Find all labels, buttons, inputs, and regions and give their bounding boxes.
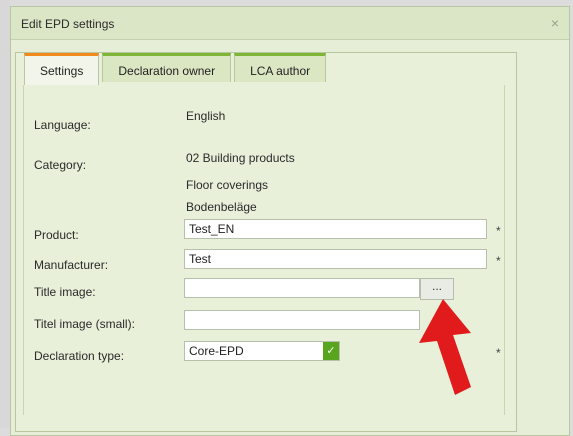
- product-required-mark: *: [496, 224, 501, 238]
- product-label: Product:: [34, 228, 79, 242]
- manufacturer-required-mark: *: [496, 254, 501, 268]
- product-input[interactable]: [184, 219, 487, 239]
- title-image-label: Title image:: [34, 285, 96, 299]
- declaration-type-label: Declaration type:: [34, 349, 125, 363]
- red-arrow-icon: [419, 299, 471, 395]
- tab-bar: Settings Declaration owner LCA author: [24, 53, 329, 86]
- tab-declaration-owner[interactable]: Declaration owner: [102, 53, 232, 82]
- tab-lca-author[interactable]: LCA author: [234, 53, 327, 82]
- close-icon[interactable]: ×: [551, 15, 559, 31]
- title-image-small-input[interactable]: [184, 310, 420, 330]
- dialog-titlebar: Edit EPD settings ×: [11, 7, 569, 40]
- category-label: Category:: [34, 158, 87, 172]
- category-line-1: 02 Building products: [186, 151, 295, 165]
- category-line-3: Bodenbeläge: [186, 200, 257, 214]
- dialog-title: Edit EPD settings: [21, 17, 115, 31]
- title-image-input[interactable]: [184, 278, 420, 298]
- category-line-2: Floor coverings: [186, 178, 269, 192]
- language-value: English: [186, 109, 226, 123]
- title-image-small-label: Titel image (small):: [34, 317, 135, 331]
- tab-settings[interactable]: Settings: [24, 53, 100, 86]
- manufacturer-input[interactable]: [184, 249, 487, 269]
- manufacturer-label: Manufacturer:: [34, 258, 109, 272]
- declaration-type-required-mark: *: [496, 346, 501, 360]
- declaration-type-select[interactable]: Core-EPD ✓: [184, 341, 340, 361]
- backdrop: [0, 0, 10, 428]
- declaration-type-value: Core-EPD: [189, 344, 244, 358]
- language-label: Language:: [34, 118, 91, 132]
- chevron-down-icon[interactable]: ✓: [323, 342, 339, 360]
